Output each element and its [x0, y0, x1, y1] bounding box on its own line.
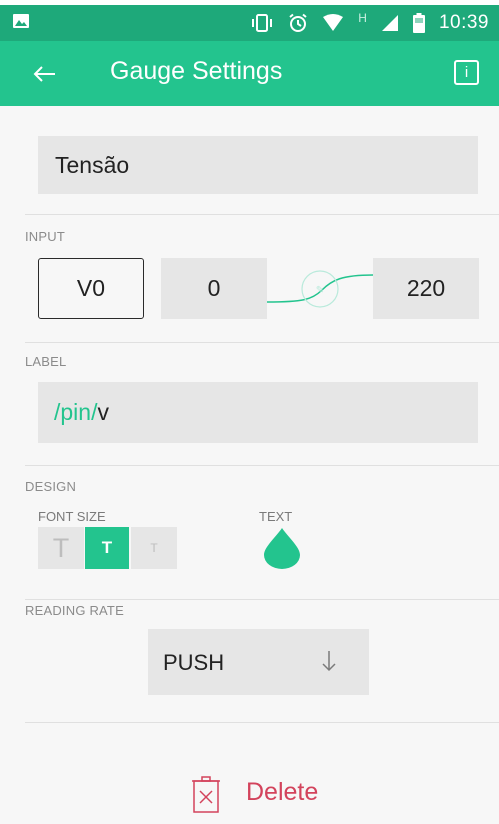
battery-icon: [412, 13, 425, 33]
arrow-down-icon: [322, 651, 336, 672]
label-section-label: LABEL: [25, 354, 67, 369]
max-value-input[interactable]: 220: [373, 258, 479, 319]
font-size-medium-option[interactable]: T: [85, 527, 129, 569]
delete-label: Delete: [246, 778, 319, 806]
signal-icon: [381, 15, 398, 31]
mapping-curve-icon: ✎: [267, 270, 373, 308]
page-title: Gauge Settings: [110, 57, 283, 85]
input-section-label: INPUT: [25, 229, 65, 244]
font-size-label: FONT SIZE: [38, 509, 106, 524]
reading-rate-select[interactable]: PUSH: [148, 629, 369, 695]
info-button[interactable]: i: [454, 60, 479, 85]
app-bar: Gauge Settings i: [0, 41, 499, 106]
trash-icon: [192, 776, 220, 813]
reading-rate-value: PUSH: [163, 650, 225, 675]
divider: [25, 214, 499, 215]
font-size-small-option[interactable]: T: [131, 527, 177, 569]
image-notification-icon: [13, 14, 29, 28]
back-arrow-icon[interactable]: [30, 59, 60, 89]
reading-rate-section-label: READING RATE: [25, 603, 124, 618]
divider: [25, 342, 499, 343]
text-color-label: TEXT: [259, 509, 293, 524]
wifi-icon: [323, 14, 344, 31]
svg-text:✎: ✎: [316, 285, 324, 296]
vibrate-icon: [252, 14, 273, 32]
label-suffix: v: [97, 399, 109, 425]
divider: [25, 599, 499, 600]
status-bar: H 10:39: [0, 5, 499, 41]
status-time: 10:39: [438, 12, 489, 33]
font-size-large-option[interactable]: T: [38, 527, 84, 569]
pin-selector[interactable]: V0: [38, 258, 144, 319]
alarm-icon: [289, 13, 307, 32]
widget-name-input[interactable]: Tensão: [38, 136, 478, 194]
text-color-drop-icon[interactable]: [262, 527, 302, 569]
network-type-mark: H: [358, 11, 367, 25]
divider: [25, 722, 499, 723]
min-value-input[interactable]: 0: [161, 258, 267, 319]
label-input[interactable]: /pin/v: [38, 382, 478, 443]
label-prefix: /pin/: [54, 399, 98, 425]
divider: [25, 465, 499, 466]
status-icons: H 10:39: [250, 5, 489, 41]
design-section-label: DESIGN: [25, 479, 77, 494]
